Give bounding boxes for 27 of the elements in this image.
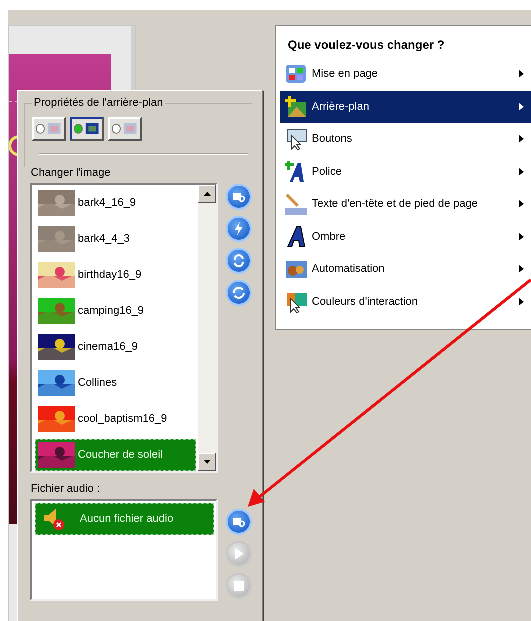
pencil-bar-icon [284, 192, 308, 216]
submenu-arrow-icon [519, 265, 524, 274]
image-action-button[interactable] [226, 184, 252, 210]
submenu-arrow-icon [519, 200, 524, 208]
browse-button[interactable] [226, 509, 252, 535]
submenu-arrow-icon [519, 70, 524, 78]
up-arrow-icon [204, 192, 210, 196]
swap-arrows-icon [232, 254, 246, 268]
submenu-arrow-icon [519, 168, 524, 176]
list-item[interactable]: Aucun fichier audio [35, 503, 214, 535]
stop-icon [234, 581, 244, 591]
menu-item[interactable]: Arrière-plan [280, 90, 531, 123]
submenu-arrow-icon [519, 232, 524, 241]
lightning-icon [233, 222, 245, 236]
picture-plus-icon [284, 94, 308, 119]
image-action-button[interactable] [226, 280, 252, 306]
refresh-icon [232, 286, 246, 300]
down-arrow-icon [204, 460, 210, 464]
submenu-arrow-icon [519, 102, 524, 111]
menu-title: Que voulez-vous changer ? [288, 38, 446, 52]
image-action-button[interactable] [226, 216, 252, 242]
image-action-button[interactable] [226, 248, 252, 274]
scrollbar[interactable] [198, 185, 216, 471]
play-icon [234, 548, 244, 560]
layout-icon [123, 122, 138, 136]
submenu-arrow-icon [519, 298, 524, 306]
submenu-arrow-icon [519, 135, 524, 144]
